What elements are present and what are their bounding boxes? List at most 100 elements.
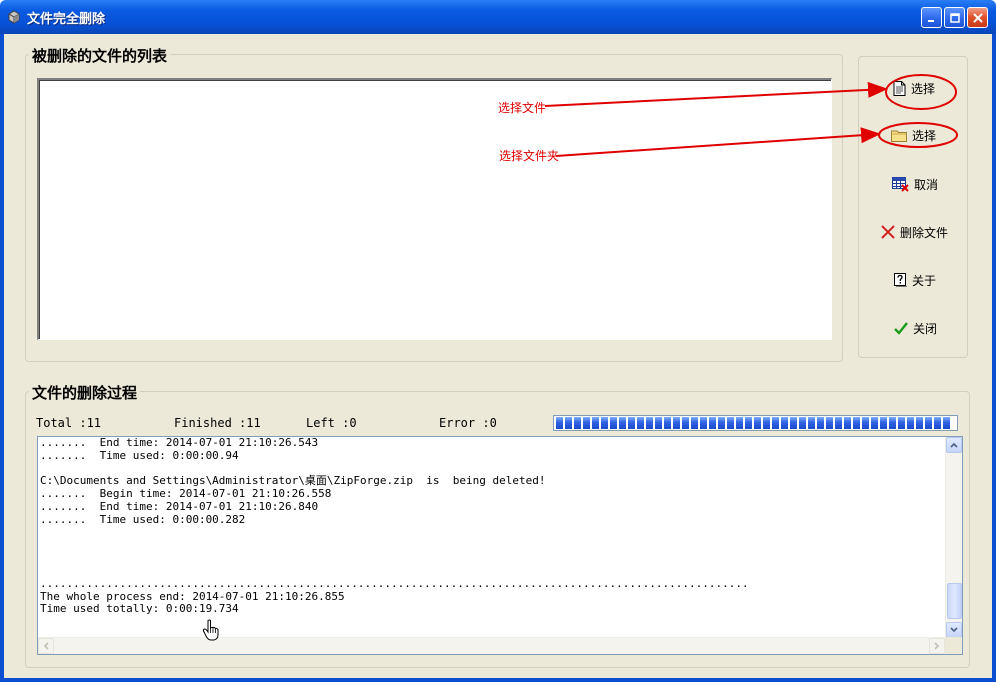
left-count: Left :0 <box>306 416 357 430</box>
progress-block <box>709 417 716 429</box>
close-icon <box>972 12 983 23</box>
scroll-down-button[interactable] <box>946 622 962 638</box>
progress-block <box>655 417 662 429</box>
scroll-right-button[interactable] <box>929 638 945 654</box>
log-line: ....... End time: 2014-07-01 21:10:26.54… <box>40 436 319 449</box>
finished-count: Finished :11 <box>174 416 261 430</box>
progress-block <box>727 417 734 429</box>
delete-files-label: 删除文件 <box>900 225 949 240</box>
select-file-label: 选择 <box>911 81 936 96</box>
progress-block <box>583 417 590 429</box>
about-button[interactable]: 关于 <box>894 267 936 293</box>
scroll-left-button[interactable] <box>38 638 54 654</box>
progress-block <box>799 417 806 429</box>
cancel-button[interactable]: 取消 <box>892 171 938 197</box>
progress-block <box>565 417 572 429</box>
scrollbar-corner <box>945 637 962 654</box>
about-label: 关于 <box>912 273 937 288</box>
progress-block <box>619 417 626 429</box>
vertical-scrollbar[interactable] <box>945 437 962 639</box>
progress-block <box>646 417 653 429</box>
file-listbox[interactable] <box>37 78 832 340</box>
select-folder-label: 选择 <box>912 128 937 143</box>
close-button[interactable]: 关闭 <box>894 315 937 341</box>
chevron-up-icon <box>950 442 958 448</box>
progress-block <box>574 417 581 429</box>
log-text: ....... End time: 2014-07-01 21:10:26.54… <box>40 437 940 616</box>
progress-block <box>736 417 743 429</box>
progress-block <box>862 417 869 429</box>
progress-block <box>934 417 941 429</box>
log-line: ....... Time used: 0:00:00.94 <box>40 448 239 462</box>
progress-block <box>871 417 878 429</box>
progress-block <box>601 417 608 429</box>
cancel-label: 取消 <box>914 177 939 192</box>
chevron-right-icon <box>934 642 940 650</box>
annotation-select-folder: 选择文件夹 <box>499 149 560 163</box>
progress-block <box>682 417 689 429</box>
progress-block <box>610 417 617 429</box>
window-title: 文件完全删除 <box>27 12 106 27</box>
progress-block <box>808 417 815 429</box>
chevron-left-icon <box>43 642 49 650</box>
progress-block <box>925 417 932 429</box>
progress-block <box>880 417 887 429</box>
progress-block <box>763 417 770 429</box>
maximize-button[interactable] <box>944 7 965 28</box>
progress-block <box>790 417 797 429</box>
actions-group <box>858 56 968 358</box>
folder-icon <box>891 130 907 142</box>
file-list-group-label: 被删除的文件的列表 <box>29 45 171 66</box>
progress-block <box>781 417 788 429</box>
progress-block <box>628 417 635 429</box>
app-icon <box>8 10 20 24</box>
close-window-button[interactable] <box>967 7 988 28</box>
cancel-grid-icon <box>892 176 909 192</box>
progress-block <box>889 417 896 429</box>
annotation-select-file: 选择文件 <box>498 101 547 115</box>
progress-block <box>592 417 599 429</box>
checkmark-icon <box>894 321 908 335</box>
close-label: 关闭 <box>913 321 938 336</box>
progress-block <box>673 417 680 429</box>
log-textbox[interactable]: ....... End time: 2014-07-01 21:10:26.54… <box>37 436 963 655</box>
main-window: 文件完全删除 被删除的文件的列表 选择 选择 取消 删除文件 关于 关闭 文件的… <box>0 0 996 682</box>
progress-block <box>700 417 707 429</box>
progress-block <box>844 417 851 429</box>
chevron-down-icon <box>950 627 958 633</box>
progress-block <box>745 417 752 429</box>
progress-block <box>898 417 905 429</box>
document-icon <box>893 80 906 96</box>
process-group-label: 文件的删除过程 <box>29 382 141 403</box>
window-bottom-border <box>0 678 996 682</box>
log-line: Time used totally: 0:00:19.734 <box>40 602 239 616</box>
scroll-thumb[interactable] <box>947 583 962 619</box>
delete-files-button[interactable]: 删除文件 <box>881 219 948 245</box>
error-count: Error :0 <box>439 416 497 430</box>
select-file-button[interactable]: 选择 <box>893 75 935 101</box>
progress-bar <box>553 415 958 431</box>
progress-block <box>664 417 671 429</box>
total-count: Total :11 <box>36 416 102 430</box>
log-line: ........................................… <box>40 576 749 590</box>
horizontal-scrollbar[interactable] <box>38 637 946 654</box>
progress-block <box>907 417 914 429</box>
title-bar[interactable]: 文件完全删除 <box>0 0 996 34</box>
log-line: ....... Time used: 0:00:00.282 <box>40 512 246 526</box>
progress-block <box>772 417 779 429</box>
select-folder-button[interactable]: 选择 <box>891 122 936 148</box>
progress-block <box>826 417 833 429</box>
progress-block <box>754 417 761 429</box>
progress-block <box>943 417 950 429</box>
scroll-up-button[interactable] <box>946 437 962 453</box>
minimize-icon <box>927 19 934 22</box>
minimize-button[interactable] <box>921 7 942 28</box>
progress-block <box>916 417 923 429</box>
help-icon <box>894 273 907 287</box>
progress-block <box>556 417 563 429</box>
progress-block <box>691 417 698 429</box>
delete-x-icon <box>881 225 895 239</box>
progress-block <box>637 417 644 429</box>
